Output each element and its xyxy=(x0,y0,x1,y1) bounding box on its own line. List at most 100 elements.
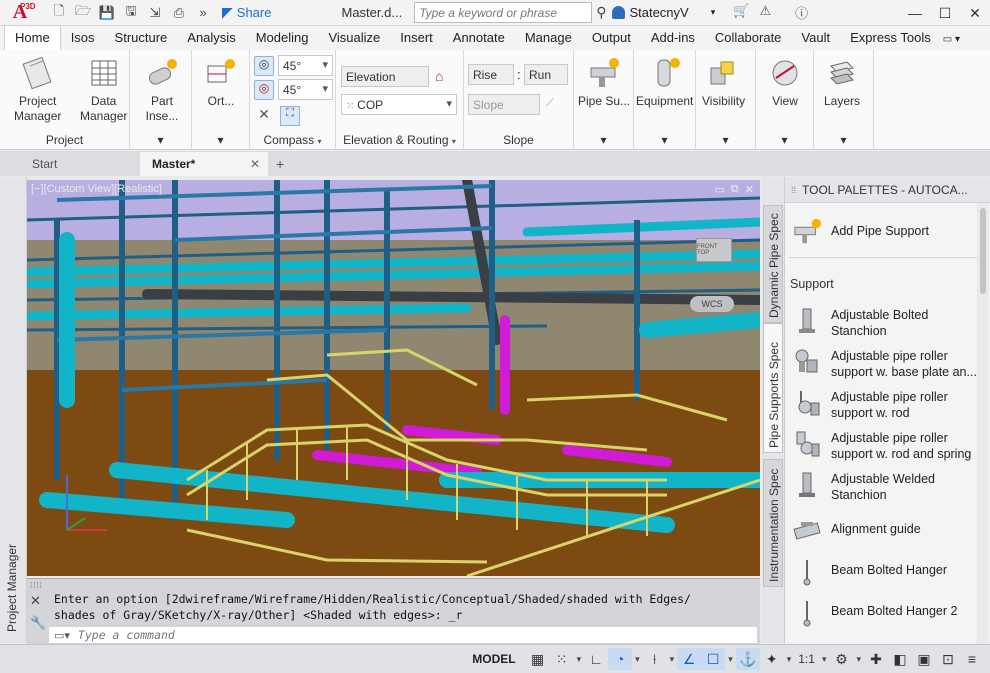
data-manager-button[interactable]: Data Manager xyxy=(80,56,127,124)
isolate-objects-icon[interactable]: ◧ xyxy=(888,648,912,670)
elevation-pick-icon[interactable]: ⌂ xyxy=(435,68,443,84)
ortho-button[interactable]: Ort... xyxy=(204,56,238,109)
tab-output[interactable]: Output xyxy=(582,26,641,50)
project-manager-button[interactable]: Project Manager xyxy=(14,56,61,124)
viewport-minimize-icon[interactable]: ▭ xyxy=(715,183,725,196)
new-tab-button[interactable]: + xyxy=(268,152,292,176)
print-icon[interactable]: ⎙ xyxy=(168,3,190,23)
maximize-icon[interactable]: ☐ xyxy=(930,0,960,26)
palette-item-beam-bolted-hanger[interactable]: Beam Bolted Hanger xyxy=(793,558,983,586)
save-icon[interactable]: 💾 xyxy=(96,3,118,23)
search-input[interactable]: Type a keyword or phrase xyxy=(414,2,593,23)
ortho-dropdown-icon[interactable]: ▾ xyxy=(192,133,249,147)
pipe-supports-button[interactable]: Pipe Su... xyxy=(578,56,630,109)
rise-field[interactable]: Rise xyxy=(468,64,514,85)
compass-angle-1-select[interactable]: 45° xyxy=(278,55,333,76)
view-dropdown-icon[interactable]: ▾ xyxy=(756,133,813,147)
equipment-dropdown-icon[interactable]: ▾ xyxy=(634,133,695,147)
open-folder-icon[interactable]: 🗁 xyxy=(72,3,94,23)
polar-tracking-icon[interactable]: ◔ xyxy=(608,648,633,670)
share-button[interactable]: ◤ Share xyxy=(222,4,271,21)
snap-mode-icon[interactable]: ⁙ xyxy=(550,648,574,670)
isodraft-dropdown-icon[interactable]: ▾ xyxy=(670,654,675,665)
hardware-acceleration-icon[interactable]: ▣ xyxy=(912,648,936,670)
slope-pick-icon[interactable]: ⟋ xyxy=(546,97,554,110)
compass-toggle-icon[interactable]: ◎ xyxy=(254,56,274,76)
command-line-grip[interactable]: ⁞⁞⁞⁞ xyxy=(30,581,43,590)
tab-express-tools[interactable]: Express Tools xyxy=(840,26,941,50)
osnap-dropdown-icon[interactable]: ▾ xyxy=(728,654,733,665)
cart-icon[interactable]: 🛒 xyxy=(733,3,749,22)
tab-structure[interactable]: Structure xyxy=(105,26,178,50)
scale-dropdown-icon[interactable]: ▾ xyxy=(822,654,827,665)
tab-dynamic-pipe-spec[interactable]: Dynamic Pipe Spec xyxy=(763,205,783,323)
part-insert-dropdown-icon[interactable]: ▾ xyxy=(130,133,191,147)
object-snap-tracking-icon[interactable]: ∠ xyxy=(677,648,702,670)
compass-angle-2-select[interactable]: 45° xyxy=(278,79,333,100)
palette-item-adjustable-welded-stanchion[interactable]: Adjustable Welded Stanchion xyxy=(793,471,983,503)
exchange-icon[interactable]: ⚠ xyxy=(759,3,771,22)
tab-home[interactable]: Home xyxy=(4,25,61,50)
layers-button[interactable]: Layers xyxy=(824,56,860,109)
command-prompt-icon[interactable]: ▭▾ xyxy=(54,629,70,642)
command-input[interactable]: ▭▾ Type a command xyxy=(49,627,757,643)
visibility-button[interactable]: Visibility xyxy=(702,56,745,109)
elevation-field[interactable]: Elevation xyxy=(341,66,429,87)
slope-field[interactable]: Slope xyxy=(468,94,540,115)
add-pipe-support-tool[interactable]: Add Pipe Support xyxy=(793,217,983,245)
new-file-icon[interactable]: 🗋 xyxy=(48,3,70,23)
layers-dropdown-icon[interactable]: ▾ xyxy=(814,133,873,147)
tab-visualize[interactable]: Visualize xyxy=(318,26,390,50)
save-as-icon[interactable]: 🖫 xyxy=(120,3,142,23)
workspace-dropdown-icon[interactable]: ▾ xyxy=(856,654,861,665)
compass-snap-icon[interactable]: ◎ xyxy=(254,80,274,100)
annotation-scale[interactable]: 1:1 xyxy=(798,652,815,666)
ortho-mode-icon[interactable]: ∟ xyxy=(584,648,608,670)
search-icon[interactable]: ⚲ xyxy=(596,4,606,21)
minimize-icon[interactable]: — xyxy=(900,0,930,26)
model-space-button[interactable]: MODEL xyxy=(468,650,519,668)
compass-track-icon[interactable]: ✕ xyxy=(254,106,274,126)
grid-icon[interactable]: ▦ xyxy=(526,648,550,670)
palette-item-adjustable-bolted-stanchion[interactable]: Adjustable Bolted Stanchion xyxy=(793,307,983,339)
application-menu-button[interactable]: A P3D xyxy=(0,0,40,26)
project-manager-panel[interactable]: Project Manager xyxy=(0,177,27,643)
tab-start[interactable]: Start xyxy=(20,152,140,176)
tool-palette-header[interactable]: ⁞⁞ TOOL PALETTES - AUTOCA... xyxy=(785,177,990,203)
tab-vault[interactable]: Vault xyxy=(791,26,840,50)
cop-select[interactable]: ⁙ COP xyxy=(341,94,457,115)
viewport-restore-icon[interactable]: ⧉ xyxy=(731,183,739,196)
tab-annotate[interactable]: Annotate xyxy=(443,26,515,50)
model-viewport[interactable]: [−][Custom View][Realistic] ▭ ⧉ ✕ FRONT … xyxy=(27,180,760,576)
isodraft-icon[interactable]: ⟊ xyxy=(643,648,667,670)
part-insert-button[interactable]: Part Inse... xyxy=(133,56,191,124)
visibility-dropdown-icon[interactable]: ▾ xyxy=(696,133,755,147)
palette-grip-icon[interactable]: ⁞⁞ xyxy=(791,185,796,195)
customize-icon[interactable]: ≡ xyxy=(960,648,984,670)
user-account-button[interactable]: StatecnyV ▾ xyxy=(612,5,715,20)
tab-instrumentation-spec[interactable]: Instrumentation Spec xyxy=(763,459,783,587)
tab-collaborate[interactable]: Collaborate xyxy=(705,26,792,50)
clean-screen-icon[interactable]: ⊡ xyxy=(936,648,960,670)
ribbon-options-icon[interactable]: ▭ ▾ xyxy=(941,30,970,50)
import-icon[interactable]: ⇲ xyxy=(144,3,166,23)
plus-icon[interactable]: ✚ xyxy=(864,648,888,670)
auto-scale-icon[interactable]: ✦ xyxy=(760,648,784,670)
palette-item-beam-bolted-hanger-2[interactable]: Beam Bolted Hanger 2 xyxy=(793,599,983,627)
gear-icon[interactable]: ⚙ xyxy=(829,648,853,670)
more-qat-icon[interactable]: » xyxy=(192,3,214,23)
polar-dropdown-icon[interactable]: ▾ xyxy=(635,654,640,665)
tab-master[interactable]: Master* ✕ xyxy=(140,152,268,176)
equipment-button[interactable]: Equipment xyxy=(636,56,693,109)
auto-scale-dropdown-icon[interactable]: ▾ xyxy=(787,654,792,665)
tab-modeling[interactable]: Modeling xyxy=(246,26,319,50)
close-tab-icon[interactable]: ✕ xyxy=(250,157,260,171)
palette-item-roller-rod-spring[interactable]: Adjustable pipe roller support w. rod and… xyxy=(793,430,983,462)
palette-scrollbar[interactable] xyxy=(977,203,989,643)
annotation-visibility-icon[interactable]: ⚓ xyxy=(735,648,760,670)
tab-add-ins[interactable]: Add-ins xyxy=(641,26,705,50)
wcs-menu[interactable]: WCS xyxy=(690,296,734,312)
palette-item-roller-base-plate[interactable]: Adjustable pipe roller support w. base pl… xyxy=(793,348,983,380)
run-field[interactable]: Run xyxy=(524,64,568,85)
tab-insert[interactable]: Insert xyxy=(390,26,443,50)
